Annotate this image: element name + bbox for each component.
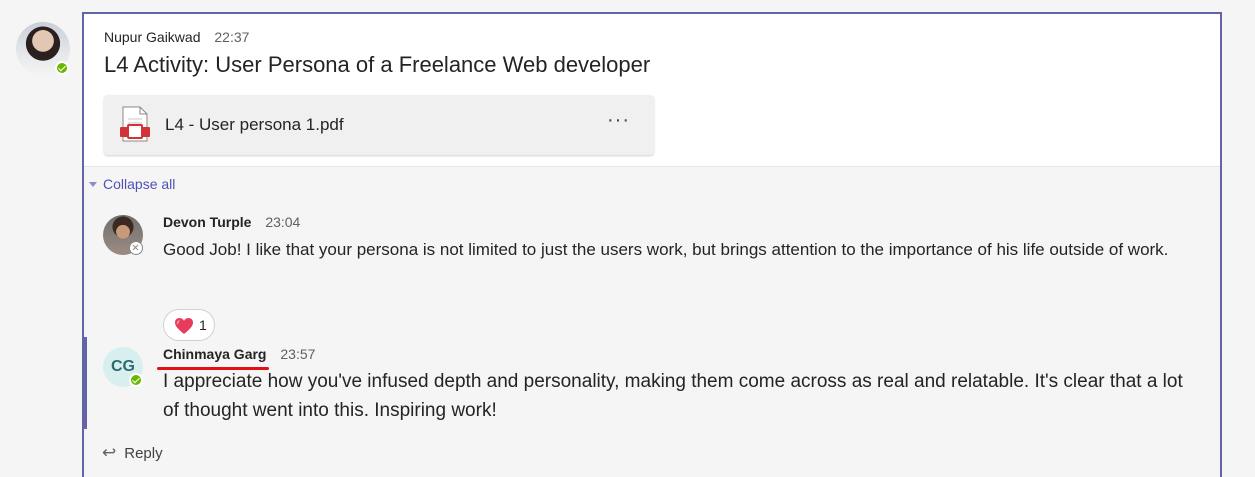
post-title: L4 Activity: User Persona of a Freelance… [104,52,651,77]
post-meta: Nupur Gaikwad 22:37 [104,29,249,45]
collapse-all-button[interactable]: Collapse all [89,176,175,192]
reply-author-avatar[interactable] [103,215,143,255]
attachment-card[interactable]: L4 - User persona 1.pdf ··· [104,95,654,155]
reply-text: Good Job! I like that your persona is no… [163,240,1169,259]
reply-author-name[interactable]: Devon Turple [163,214,251,230]
reply-timestamp: 23:57 [280,346,316,362]
post-author-avatar[interactable] [16,22,70,76]
heart-icon [175,318,193,334]
available-status-icon [129,373,143,387]
post-author-name[interactable]: Nupur Gaikwad [104,29,201,45]
reply-timestamp: 23:04 [265,214,301,230]
reply-message: Devon Turple 23:04 Good Job! I like that… [84,205,1220,341]
available-status-icon [55,61,69,75]
reply-text: I appreciate how you've infused depth an… [163,371,1183,421]
reply-meta: Devon Turple 23:04 [163,214,300,230]
reply-meta: Chinmaya Garg 23:57 [163,346,315,362]
reply-button[interactable]: ↩ Reply [102,443,163,463]
post-timestamp: 22:37 [214,29,250,45]
reply-thread: Collapse all Devon Turple 23:04 Good Job… [84,166,1220,477]
reaction-count: 1 [199,317,207,333]
attachment-file-name[interactable]: L4 - User persona 1.pdf [165,115,344,135]
avatar-initials: CG [111,358,135,375]
reply-label: Reply [124,445,163,462]
reply-author-name[interactable]: Chinmaya Garg [163,346,266,362]
post-card: Nupur Gaikwad 22:37 L4 Activity: User Pe… [82,12,1222,477]
reply-arrow-icon: ↩ [102,443,117,462]
collapse-triangle-icon [89,182,97,187]
post-header: Nupur Gaikwad 22:37 L4 Activity: User Pe… [84,14,1220,166]
reply-message: CG Chinmaya Garg 23:57 I appreciate how … [84,337,1220,429]
more-options-icon[interactable]: ··· [607,109,630,132]
highlight-bar [84,337,87,429]
collapse-all-label: Collapse all [103,176,176,192]
pdf-file-icon [120,106,150,142]
offline-status-icon [129,241,143,255]
reply-author-avatar[interactable]: CG [103,347,143,387]
